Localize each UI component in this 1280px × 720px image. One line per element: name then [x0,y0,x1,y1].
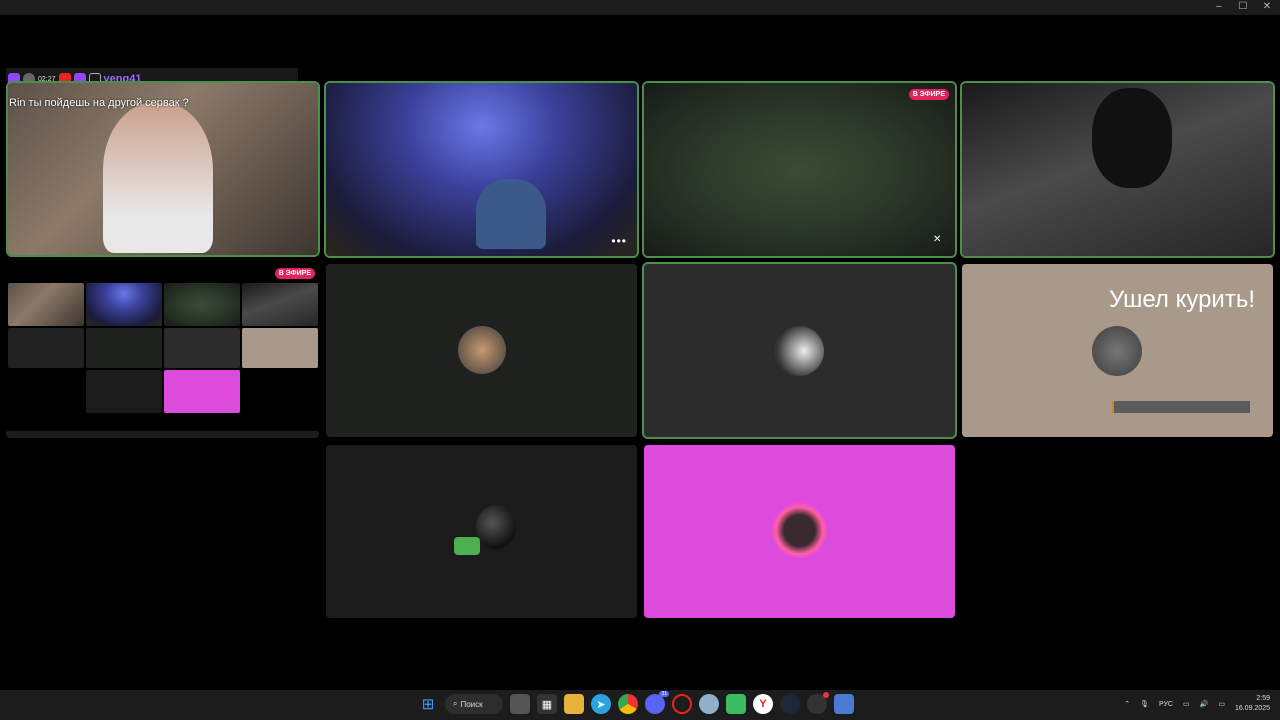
live-badge: В ЭФИРЕ [274,268,315,279]
person-video [103,103,213,253]
search-icon: ⌕ [453,699,458,708]
avatar [772,503,827,558]
chrome-icon[interactable] [618,694,638,714]
person-video [1092,88,1172,188]
audio-tile-2[interactable] [644,264,955,437]
task-view-icon[interactable] [510,694,530,714]
mini-tile [86,328,162,368]
audio-tile-3[interactable]: Ушел курить! [962,264,1273,437]
obs-icon[interactable] [807,692,829,714]
status-text: Ушел курить! [1108,286,1255,313]
avatar [1092,326,1142,376]
language-indicator[interactable]: РУС [1159,701,1173,708]
clock-time: 2:59 [1256,695,1270,702]
taskbar-apps: ⊞ ⌕ Поиск ▦ ➤ 31 Y [418,691,854,714]
fingerprint-app-icon[interactable] [699,694,719,714]
system-tray: ⌃ 🎙 РУС ▭ 🔊 ▭ 2:59 16.09.2025 [1124,694,1270,714]
clock[interactable]: 2:59 16.09.2025 [1235,694,1270,714]
mini-tile [8,328,84,368]
windows-start-icon[interactable]: ⊞ [418,694,438,714]
mute-icon[interactable]: ✕ [933,234,947,248]
mini-tile [242,328,318,368]
grass-icon [454,537,480,555]
avatar [476,505,516,549]
mini-tile [86,283,162,326]
search-input[interactable]: ⌕ Поиск [445,694,503,714]
battery-icon[interactable]: ▭ [1218,700,1225,708]
live-badge: В ЭФИРЕ [908,89,949,100]
audio-tile-1[interactable] [326,264,637,437]
widgets-icon[interactable]: ▦ [537,694,557,714]
minimize-icon[interactable]: – [1212,1,1226,13]
taskbar: ⊞ ⌕ Поиск ▦ ➤ 31 Y ⌃ 🎙 РУС ▭ 🔊 ▭ 2:59 16… [0,690,1280,720]
chat-message: Rin ты пойдешь на другой сервак ? [9,97,189,109]
person-video [476,179,546,249]
mini-tile [242,283,318,326]
volume-icon[interactable]: 🔊 [1200,700,1209,708]
mini-taskbar [6,431,319,438]
mini-tile [8,283,84,326]
green-app-icon[interactable] [726,694,746,714]
avatar [774,326,824,376]
search-label: Поиск [460,699,483,709]
audio-tile-4[interactable] [326,445,637,618]
chevron-up-icon[interactable]: ⌃ [1124,700,1130,708]
opera-icon[interactable] [672,694,692,714]
mini-tile [86,370,162,413]
audio-tile-5[interactable] [644,445,955,618]
window-titlebar: – ☐ ✕ [0,0,1280,15]
avatar [458,326,506,374]
overlay-bar [1112,401,1250,413]
telegram-icon[interactable]: ➤ [591,694,611,714]
discord-badge: 31 [659,691,669,697]
more-options-icon[interactable]: ••• [611,234,627,248]
yandex-browser-icon[interactable]: Y [753,694,773,714]
recording-indicator [823,692,829,698]
mini-tile [164,283,240,326]
chat-time: 02:27 [38,75,56,83]
window-controls: – ☐ ✕ [1212,1,1274,13]
maximize-icon[interactable]: ☐ [1236,1,1250,13]
app-icon[interactable] [834,694,854,714]
microphone-icon[interactable]: 🎙 [1140,700,1149,708]
monitor-icon[interactable]: ▭ [1183,700,1190,708]
video-tile-3-screen-share[interactable]: В ЭФИРЕ ✕ [644,83,955,256]
video-tile-2[interactable]: ••• [326,83,637,256]
mini-tile [164,328,240,368]
mini-tile [164,370,240,413]
video-tile-4[interactable] [962,83,1273,256]
screen-share-preview[interactable]: В ЭФИРЕ [6,264,319,438]
close-icon[interactable]: ✕ [1260,1,1274,13]
clock-date: 16.09.2025 [1234,705,1270,712]
file-explorer-icon[interactable] [564,694,584,714]
steam-icon[interactable] [780,694,800,714]
discord-icon[interactable]: 31 [645,691,669,714]
